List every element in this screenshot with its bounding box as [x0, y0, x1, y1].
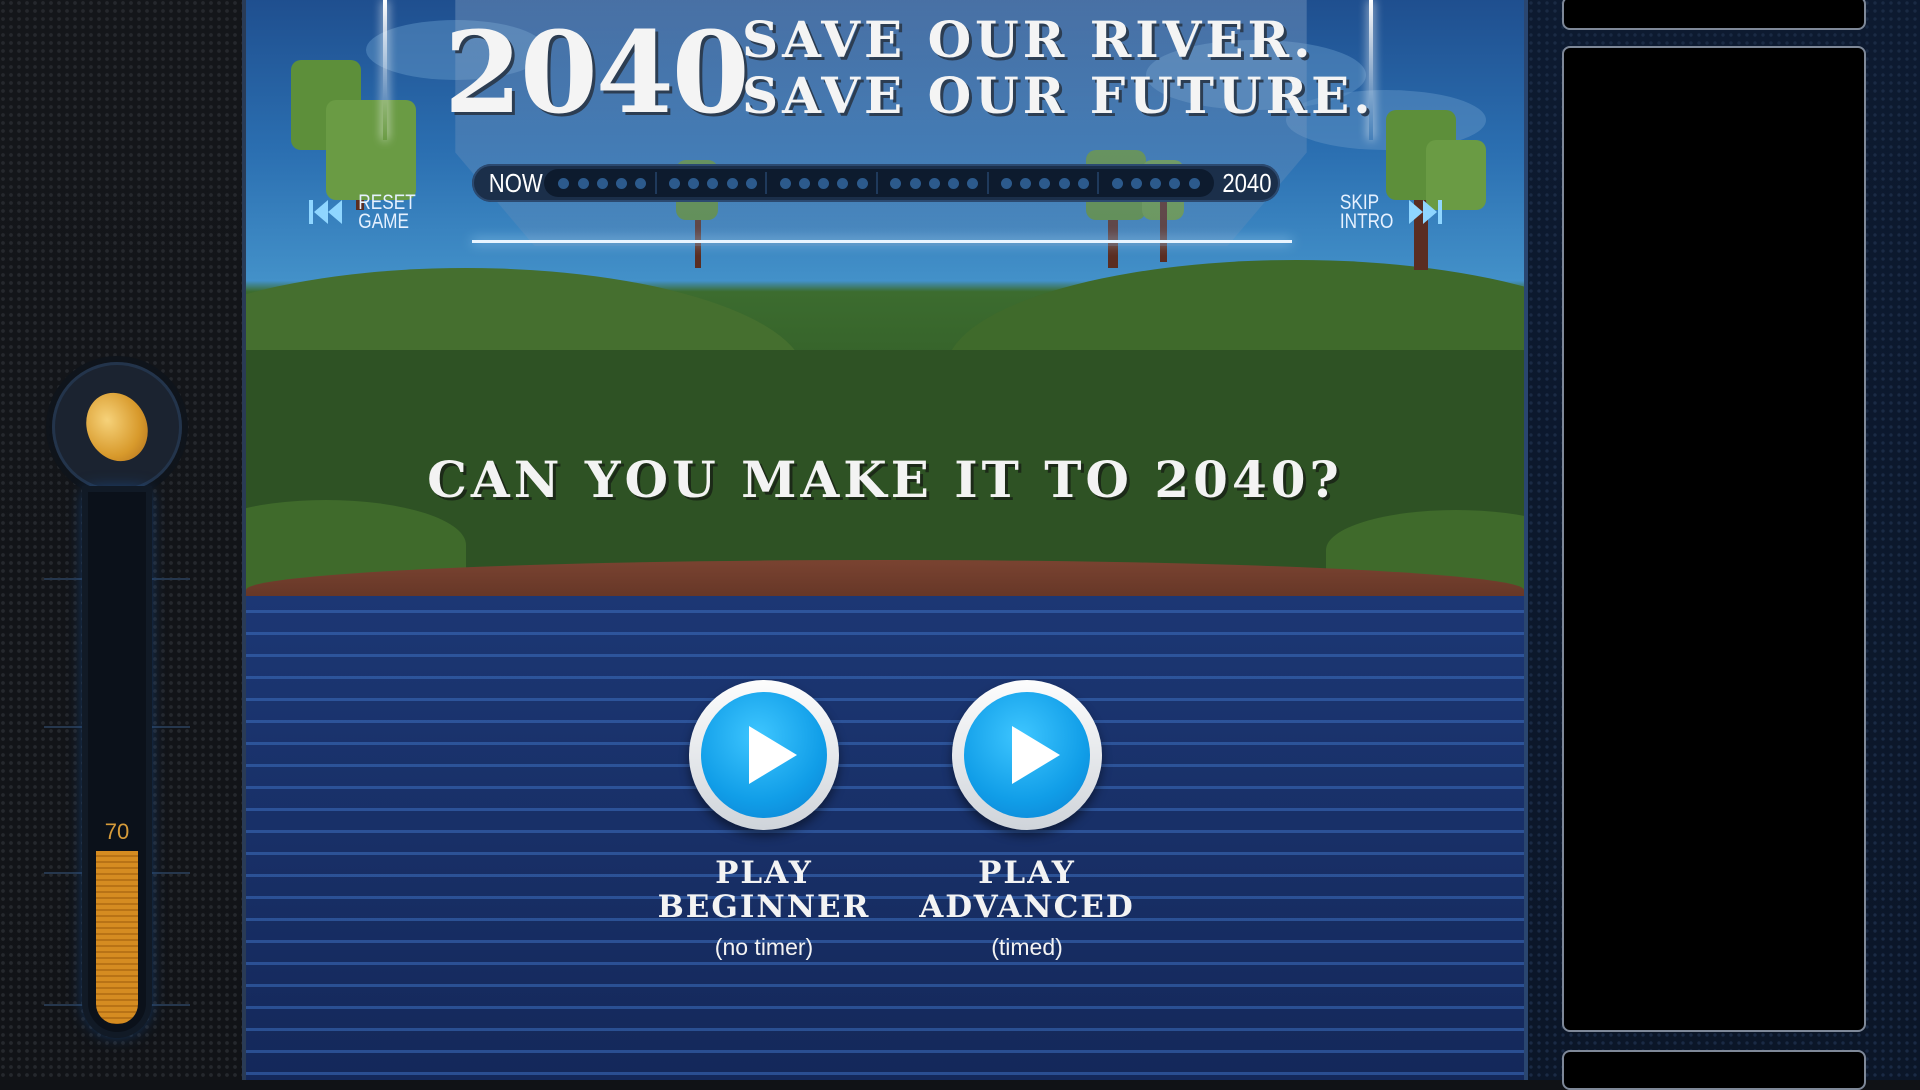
coin-icon [75, 382, 159, 472]
timeline-segment [771, 172, 879, 194]
beginner-subtitle: (no timer) [714, 934, 814, 960]
timeline-segment [550, 172, 657, 194]
right-sidebar [1524, 0, 1920, 1090]
timeline-segment [1103, 172, 1208, 194]
play-beginner-button[interactable] [689, 680, 839, 830]
coin-gauge: 70 [88, 492, 146, 1032]
info-panel [1562, 46, 1866, 1032]
game-scene: 2040 SAVE OUR RIVER. SAVE OUR FUTURE. NO… [246, 0, 1524, 1080]
light-beam [383, 0, 387, 140]
title-year: 2040 [444, 8, 750, 139]
fast-forward-icon [1409, 200, 1443, 224]
timeline-start-label: NOW [488, 168, 543, 198]
skip-intro-button[interactable]: SKIP INTRO [1334, 190, 1443, 234]
gauge-value: 70 [104, 819, 130, 844]
timeline-segment [882, 172, 989, 194]
slogan-line-1: SAVE OUR RIVER. [742, 10, 1315, 69]
timeline-segment [993, 172, 1100, 194]
question-heading: CAN YOU MAKE IT TO 2040? [427, 450, 1343, 509]
river-water [246, 596, 1524, 1080]
rewind-icon [309, 200, 342, 224]
coin-gauge-cap [52, 362, 182, 492]
skip-intro-label: SKIP INTRO [1339, 191, 1394, 233]
tree [326, 100, 416, 200]
timeline-segment [661, 172, 768, 194]
year-timeline: NOW 2040 [472, 164, 1280, 202]
play-advanced-button[interactable] [952, 680, 1102, 830]
top-slot [1562, 0, 1866, 30]
bottom-slot [1562, 1050, 1866, 1090]
reset-game-button[interactable]: RESET GAME [308, 190, 422, 234]
left-sidebar: 70 [0, 0, 246, 1080]
play-icon [749, 726, 797, 784]
advanced-subtitle: (timed) [991, 934, 1063, 960]
timeline-end-label: 2040 [1222, 168, 1272, 198]
play-icon [1012, 726, 1060, 784]
banner-edge [472, 240, 1292, 243]
gauge-fill [96, 851, 138, 1024]
reset-game-label: RESET GAME [358, 191, 416, 233]
play-advanced-label[interactable]: PLAY ADVANCED (timed) [897, 856, 1157, 964]
timeline-track [544, 169, 1214, 197]
play-beginner-label[interactable]: PLAY BEGINNER (no timer) [634, 856, 894, 964]
slogan-line-2: SAVE OUR FUTURE. [742, 66, 1375, 125]
